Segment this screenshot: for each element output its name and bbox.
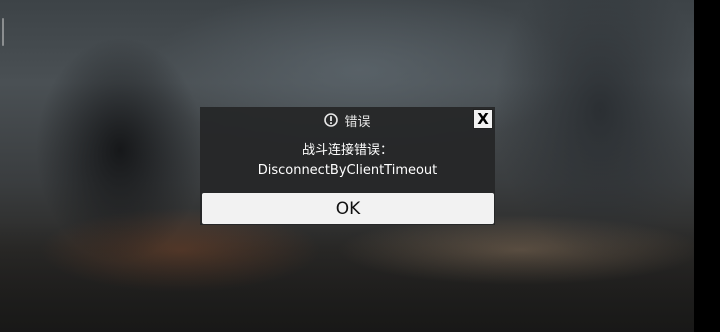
dialog-header: 错误 X <box>200 107 495 133</box>
dialog-title: 错误 <box>344 114 371 130</box>
scroll-indicator <box>2 18 4 46</box>
screen-edge-bar <box>694 0 720 332</box>
close-button[interactable]: X <box>473 109 493 129</box>
game-screen: 错误 X 战斗连接错误： DisconnectByClientTimeout O… <box>0 0 720 332</box>
error-message: 战斗连接错误： DisconnectByClientTimeout <box>200 141 495 181</box>
error-message-line-2: DisconnectByClientTimeout <box>257 163 438 178</box>
alert-circle-icon <box>324 113 339 127</box>
error-message-line-1: 战斗连接错误： <box>301 143 393 158</box>
error-dialog: 错误 X 战斗连接错误： DisconnectByClientTimeout O… <box>200 107 495 225</box>
ok-button[interactable]: OK <box>202 193 494 224</box>
